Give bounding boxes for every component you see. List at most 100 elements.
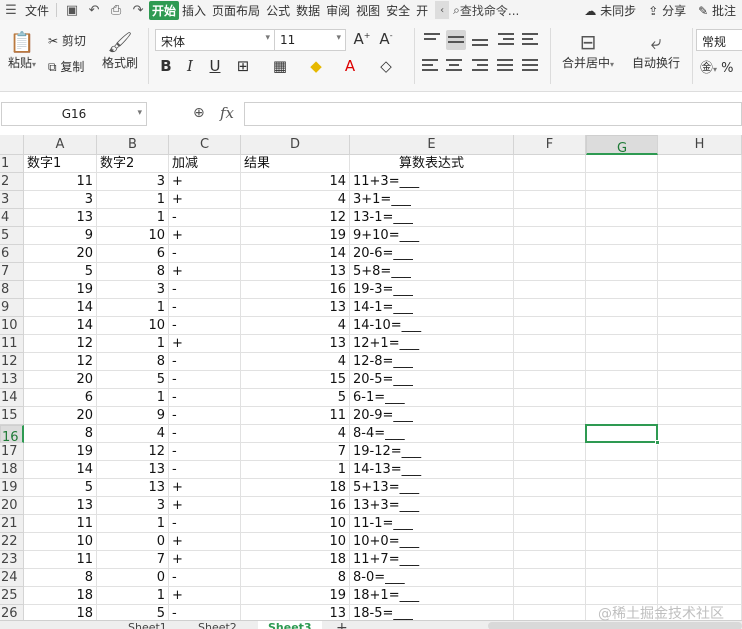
row-header[interactable]: 17: [0, 443, 24, 461]
cell[interactable]: [586, 263, 658, 281]
cell[interactable]: 7: [97, 551, 169, 569]
cell[interactable]: 1: [97, 209, 169, 227]
row-header[interactable]: 3: [0, 191, 24, 209]
sync-button[interactable]: ☁ 未同步: [578, 2, 642, 19]
cell[interactable]: +: [169, 227, 241, 245]
cell[interactable]: [586, 191, 658, 209]
name-box[interactable]: G16 ▾: [1, 102, 147, 126]
cell[interactable]: [586, 533, 658, 551]
cell[interactable]: [586, 569, 658, 587]
column-header-d[interactable]: D: [241, 135, 350, 155]
row-header[interactable]: 6: [0, 245, 24, 263]
align-top-icon[interactable]: [422, 30, 442, 50]
cell[interactable]: 18: [241, 551, 350, 569]
active-cell-selection[interactable]: [585, 424, 660, 445]
row-header[interactable]: 12: [0, 353, 24, 371]
cell[interactable]: 13: [97, 479, 169, 497]
cell[interactable]: -: [169, 317, 241, 335]
cell[interactable]: 0: [97, 533, 169, 551]
row-header[interactable]: 21: [0, 515, 24, 533]
cell[interactable]: [586, 281, 658, 299]
cell[interactable]: 1: [97, 389, 169, 407]
cell[interactable]: [586, 155, 658, 173]
column-header-g[interactable]: G: [586, 135, 658, 156]
format-painter-button[interactable]: 🖌 格式刷: [100, 30, 140, 71]
cell[interactable]: [514, 353, 586, 371]
cell[interactable]: 3: [97, 497, 169, 515]
cell[interactable]: 13-1=___: [350, 209, 514, 227]
cell[interactable]: +: [169, 533, 241, 551]
cell[interactable]: [514, 317, 586, 335]
cell[interactable]: [514, 155, 586, 173]
cell[interactable]: [586, 371, 658, 389]
cell[interactable]: [514, 227, 586, 245]
cell[interactable]: 5: [24, 263, 97, 281]
cell[interactable]: 数字2: [97, 155, 169, 173]
cell[interactable]: [658, 533, 742, 551]
number-format-select[interactable]: 常规: [696, 29, 742, 51]
hamburger-icon[interactable]: ☰: [0, 3, 22, 18]
cell[interactable]: 加减: [169, 155, 241, 173]
cell[interactable]: 19: [24, 443, 97, 461]
cell[interactable]: 14: [24, 461, 97, 479]
cell[interactable]: 14: [24, 317, 97, 335]
tab-page-layout[interactable]: 页面布局: [209, 2, 263, 19]
comment-button[interactable]: ✎ 批注: [692, 2, 742, 19]
tab-view[interactable]: 视图: [353, 2, 383, 19]
fill-pattern-icon[interactable]: ▦: [270, 57, 290, 75]
column-header-a[interactable]: A: [24, 135, 97, 155]
cell[interactable]: 18-5=___: [350, 605, 514, 620]
cell[interactable]: [514, 569, 586, 587]
cell[interactable]: +: [169, 173, 241, 191]
cell[interactable]: 6: [97, 245, 169, 263]
cell[interactable]: [586, 515, 658, 533]
cell[interactable]: [586, 389, 658, 407]
font-size-select[interactable]: 11 ▾: [274, 29, 346, 51]
cell[interactable]: [658, 263, 742, 281]
cell[interactable]: [658, 371, 742, 389]
cell[interactable]: 12: [241, 209, 350, 227]
increase-font-icon[interactable]: A+: [352, 30, 372, 48]
cell[interactable]: 6-1=___: [350, 389, 514, 407]
cell[interactable]: 5+8=___: [350, 263, 514, 281]
cell[interactable]: 5: [97, 371, 169, 389]
cell[interactable]: -: [169, 425, 241, 443]
cell[interactable]: 5: [97, 605, 169, 620]
cell[interactable]: [586, 353, 658, 371]
cell[interactable]: 1: [97, 191, 169, 209]
cell[interactable]: -: [169, 569, 241, 587]
fill-color-icon[interactable]: ◆: [306, 57, 326, 75]
cell[interactable]: 3: [97, 173, 169, 191]
cell[interactable]: [514, 587, 586, 605]
cut-button[interactable]: ✂ 剪切: [48, 32, 86, 49]
underline-icon[interactable]: U: [205, 57, 225, 75]
cell[interactable]: [514, 371, 586, 389]
tab-review[interactable]: 审阅: [323, 2, 353, 19]
cell[interactable]: 18: [24, 605, 97, 620]
add-sheet-icon[interactable]: +: [326, 621, 358, 629]
sheet-tab-3[interactable]: Sheet3: [258, 621, 322, 629]
cell[interactable]: [514, 479, 586, 497]
command-search[interactable]: ‹ ⌕ 查找命令...: [435, 1, 519, 19]
cell[interactable]: 20: [24, 371, 97, 389]
cell[interactable]: +: [169, 551, 241, 569]
tab-home[interactable]: 开始: [149, 0, 180, 20]
cell[interactable]: -: [169, 461, 241, 479]
cell[interactable]: 4: [97, 425, 169, 443]
row-header[interactable]: 13: [0, 371, 24, 389]
cell[interactable]: [658, 281, 742, 299]
row-header[interactable]: 10: [0, 317, 24, 335]
cell[interactable]: 1: [97, 299, 169, 317]
cell[interactable]: 13: [241, 263, 350, 281]
row-header[interactable]: 8: [0, 281, 24, 299]
row-header[interactable]: 7: [0, 263, 24, 281]
fill-handle[interactable]: [655, 440, 660, 445]
bold-icon[interactable]: B: [156, 57, 176, 75]
sheet-tab-1[interactable]: Sheet1: [118, 621, 177, 629]
tab-data[interactable]: 数据: [293, 2, 323, 19]
cell[interactable]: [586, 209, 658, 227]
cell[interactable]: [658, 155, 742, 173]
align-center-icon[interactable]: [444, 56, 464, 76]
cell[interactable]: 4: [241, 191, 350, 209]
cell[interactable]: -: [169, 407, 241, 425]
